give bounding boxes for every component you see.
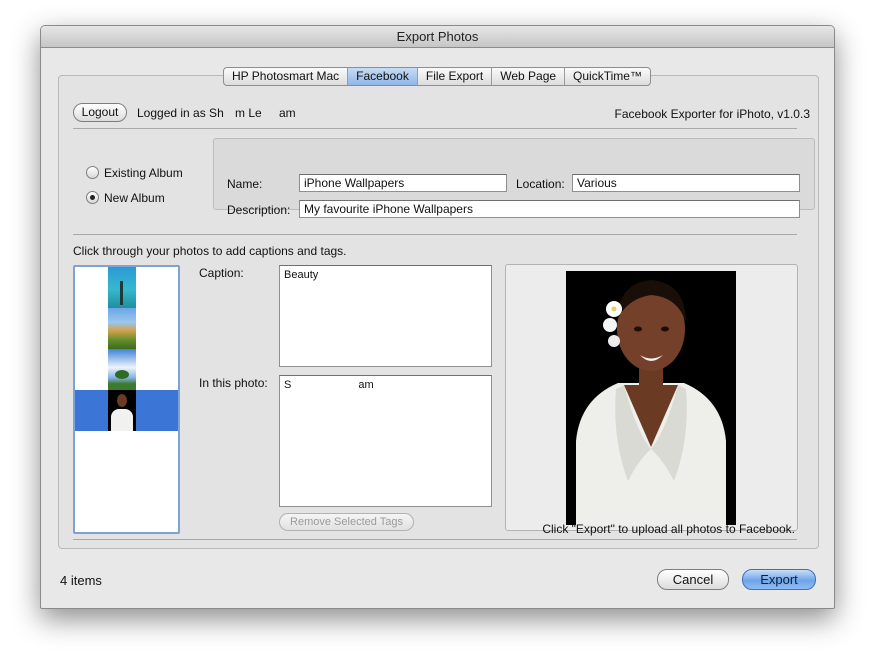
thumbnail-row[interactable] [75, 267, 178, 308]
thumbnail-row[interactable] [75, 349, 178, 390]
album-details-box: Name: iPhone Wallpapers Location: Variou… [213, 138, 815, 218]
tab-web-page[interactable]: Web Page [492, 68, 566, 85]
export-photos-dialog: Export Photos HP Photosmart Mac Facebook… [40, 25, 835, 609]
remove-selected-tags-button[interactable]: Remove Selected Tags [279, 513, 414, 531]
album-location-input[interactable]: Various [572, 174, 800, 192]
existing-album-radio[interactable] [86, 166, 99, 179]
facebook-export-panel: Logout Logged in as Sh m Le am Facebook … [58, 75, 819, 549]
window-title: Export Photos [41, 26, 834, 48]
location-label: Location: [516, 177, 565, 191]
photo-preview [505, 264, 798, 531]
photo-thumbnail-list[interactable] [73, 265, 180, 534]
tree-sky-thumbnail [108, 349, 136, 390]
tag-name-start: S [284, 379, 292, 391]
caption-textarea[interactable]: Beauty [279, 265, 492, 367]
hill-field-thumbnail [108, 308, 136, 349]
album-name-input[interactable]: iPhone Wallpapers [299, 174, 507, 192]
caption-label: Caption: [199, 266, 244, 280]
divider [73, 128, 797, 129]
new-album-radio[interactable] [86, 191, 99, 204]
tab-quicktime[interactable]: QuickTime™ [565, 68, 650, 85]
cancel-button[interactable]: Cancel [657, 569, 729, 590]
existing-album-label: Existing Album [104, 166, 183, 180]
export-tabs: HP Photosmart Mac Facebook File Export W… [223, 67, 651, 86]
photo-preview-image [566, 271, 736, 525]
divider [73, 234, 797, 235]
logged-in-middle: m Le [235, 106, 262, 120]
tags-list[interactable]: S am [279, 375, 492, 507]
logout-button[interactable]: Logout [73, 103, 127, 122]
logged-in-prefix: Logged in as Sh [137, 106, 224, 120]
new-album-label: New Album [104, 191, 165, 205]
tag-name-end: am [358, 379, 374, 391]
description-label: Description: [227, 203, 291, 217]
woman-portrait-thumbnail [108, 390, 136, 431]
logged-in-end: am [279, 106, 296, 120]
tab-hp-photosmart[interactable]: HP Photosmart Mac [224, 68, 349, 85]
thumbnail-row-selected[interactable] [75, 390, 178, 431]
export-button[interactable]: Export [742, 569, 816, 590]
thumbnail-row[interactable] [75, 308, 178, 349]
beach-pier-thumbnail [108, 267, 136, 308]
exporter-version: Facebook Exporter for iPhoto, v1.0.3 [614, 107, 810, 121]
export-hint: Click "Export" to upload all photos to F… [542, 522, 795, 536]
photos-instructions: Click through your photos to add caption… [73, 244, 347, 258]
tab-facebook[interactable]: Facebook [348, 68, 418, 85]
tab-file-export[interactable]: File Export [418, 68, 493, 85]
album-description-input[interactable]: My favourite iPhone Wallpapers [299, 200, 800, 218]
divider [73, 539, 797, 540]
item-count: 4 items [60, 573, 102, 588]
name-label: Name: [227, 177, 263, 191]
in-this-photo-label: In this photo: [199, 376, 268, 390]
